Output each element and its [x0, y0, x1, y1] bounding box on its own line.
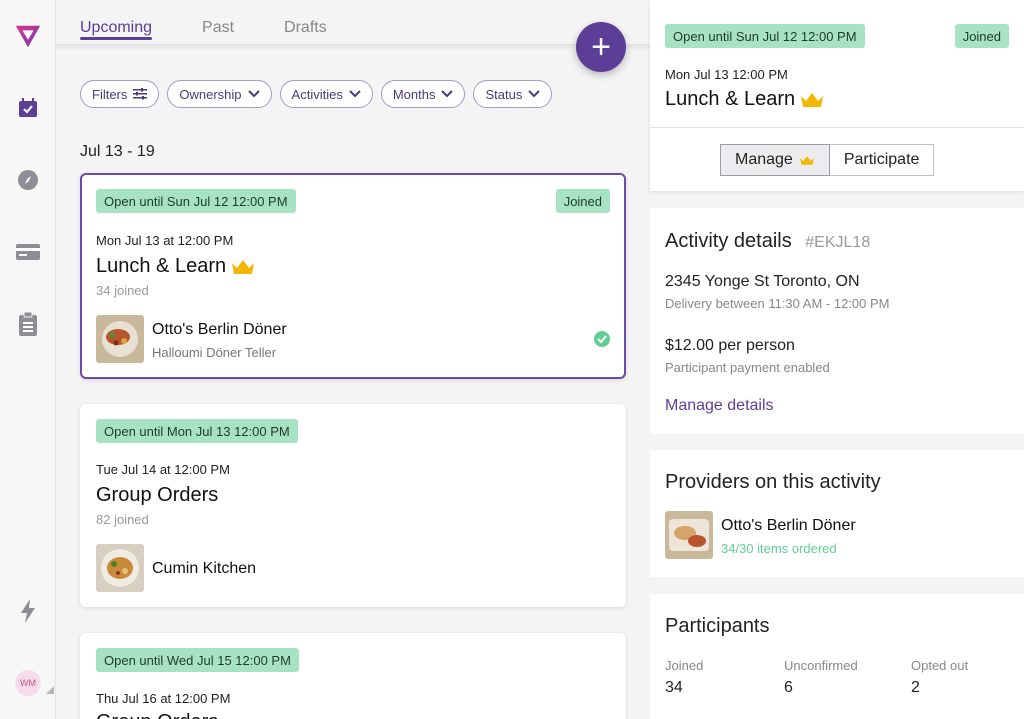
vendor-image [96, 315, 144, 363]
activity-date: Mon Jul 13 12:00 PM [665, 67, 788, 82]
providers-section: Providers on this activity Otto's Berlin… [650, 450, 1024, 577]
plus-icon: + [591, 28, 611, 66]
user-avatar[interactable]: WM [15, 670, 41, 696]
add-activity-button[interactable]: + [576, 22, 626, 72]
deadline-badge: Open until Mon Jul 13 12:00 PM [96, 419, 298, 443]
section-title: Providers on this activity [665, 471, 881, 493]
calendar-icon[interactable] [14, 94, 42, 122]
manage-button[interactable]: Manage [720, 144, 830, 176]
deadline-badge: Open until Wed Jul 15 12:00 PM [96, 648, 299, 672]
participate-button[interactable]: Participate [829, 144, 935, 176]
crown-icon [801, 92, 824, 107]
joined-badge: Joined [954, 24, 1009, 48]
compass-icon[interactable] [14, 166, 42, 194]
lightning-icon[interactable] [14, 597, 42, 625]
activities-dropdown[interactable]: Activities [279, 80, 373, 108]
price: $12.00 per person [665, 337, 795, 354]
chevron-down-icon [247, 90, 260, 98]
chevron-down-icon [441, 90, 454, 98]
clipboard-icon[interactable] [14, 310, 42, 338]
section-title: Activity details #EKJL18 [665, 230, 870, 253]
items-ordered: 34/30 items ordered [721, 541, 837, 556]
chevron-down-icon [349, 90, 361, 98]
week-heading: Jul 13 - 19 [80, 143, 155, 160]
activity-title-text: Lunch & Learn [665, 88, 796, 110]
stat-joined-value: 34 [665, 679, 683, 696]
section-title: Participants [665, 615, 770, 637]
divider [56, 44, 650, 50]
vendor-name: Cumin Kitchen [152, 560, 257, 577]
manage-label: Manage [735, 151, 793, 168]
manage-details-link[interactable]: Manage details [665, 397, 774, 415]
ownership-dropdown[interactable]: Ownership [167, 80, 272, 108]
activity-code: #EKJL18 [805, 234, 871, 251]
delivery-window: Delivery between 11:30 AM - 12:00 PM [665, 296, 890, 311]
status-dropdown[interactable]: Status [473, 80, 553, 108]
activity-date: Tue Jul 14 at 12:00 PM [96, 462, 230, 477]
vendor-image [665, 511, 713, 559]
vendor-image [96, 544, 144, 592]
tab-drafts[interactable]: Drafts [284, 0, 327, 46]
activity-date: Mon Jul 13 at 12:00 PM [96, 233, 234, 248]
activity-card[interactable]: Open until Mon Jul 13 12:00 PM Tue Jul 1… [80, 404, 626, 607]
deadline-badge: Open until Sun Jul 12 12:00 PM [665, 24, 865, 48]
joined-count: 82 joined [96, 512, 149, 527]
deadline-badge: Open until Sun Jul 12 12:00 PM [96, 189, 296, 213]
tab-past[interactable]: Past [202, 0, 234, 46]
detail-panel: Open until Sun Jul 12 12:00 PM Joined Mo… [650, 0, 1024, 719]
sidebar: WM [0, 0, 56, 719]
activities-label: Activities [291, 86, 343, 102]
filters-chip[interactable]: Filters [80, 80, 160, 108]
role-toggle: Manage Participate [720, 144, 935, 176]
provider-name: Otto's Berlin Döner [721, 517, 856, 534]
months-label: Months [392, 86, 436, 102]
joined-count: 34 joined [96, 283, 149, 298]
address: 2345 Yonge St Toronto, ON [665, 273, 860, 290]
activity-title: Group Orders [96, 711, 218, 719]
activity-card[interactable]: Open until Sun Jul 12 12:00 PM Joined Mo… [80, 173, 626, 379]
sliders-icon [133, 88, 148, 100]
chevron-down-icon [528, 90, 541, 98]
activity-details-heading: Activity details [665, 230, 792, 252]
credit-card-icon[interactable] [14, 238, 42, 266]
activity-date: Thu Jul 16 at 12:00 PM [96, 691, 231, 706]
stat-joined-label: Joined [665, 658, 704, 673]
detail-header: Open until Sun Jul 12 12:00 PM Joined Mo… [650, 0, 1024, 191]
stat-opted-out-label: Opted out [911, 658, 969, 673]
crown-icon [800, 155, 814, 165]
filters-label: Filters [92, 86, 128, 102]
main-column: Upcoming Past Drafts + Filters Ownership… [56, 0, 650, 719]
vendor-dish: Halloumi Döner Teller [152, 345, 277, 360]
activity-title-text: Lunch & Learn [96, 255, 227, 277]
vendor-name: Otto's Berlin Döner [152, 321, 287, 338]
payment-info: Participant payment enabled [665, 360, 830, 375]
status-label: Status [485, 86, 523, 102]
stat-opted-out-value: 2 [911, 679, 920, 696]
activity-card[interactable]: Open until Wed Jul 15 12:00 PM Thu Jul 1… [80, 633, 626, 719]
crown-icon [232, 259, 255, 274]
activity-title: Lunch & Learn [96, 255, 256, 278]
activity-details-section: Activity details #EKJL18 2345 Yonge St T… [650, 208, 1024, 434]
stat-unconfirmed-label: Unconfirmed [784, 658, 858, 673]
joined-badge: Joined [555, 189, 610, 213]
tab-bar: Upcoming Past Drafts [80, 0, 377, 46]
months-dropdown[interactable]: Months [380, 80, 466, 108]
divider [650, 127, 1024, 128]
app-logo-icon[interactable] [14, 22, 42, 50]
activity-title: Group Orders [96, 484, 219, 506]
tab-upcoming[interactable]: Upcoming [80, 0, 153, 46]
filter-bar: Filters Ownership Activities Months Stat… [80, 80, 553, 108]
ownership-label: Ownership [179, 86, 242, 102]
stat-unconfirmed-value: 6 [784, 679, 793, 696]
resize-handle-icon[interactable] [46, 686, 54, 694]
participants-section: Participants Joined 34 Unconfirmed 6 Opt… [650, 594, 1024, 719]
check-circle-icon [594, 331, 610, 347]
activity-title: Lunch & Learn [665, 88, 825, 111]
